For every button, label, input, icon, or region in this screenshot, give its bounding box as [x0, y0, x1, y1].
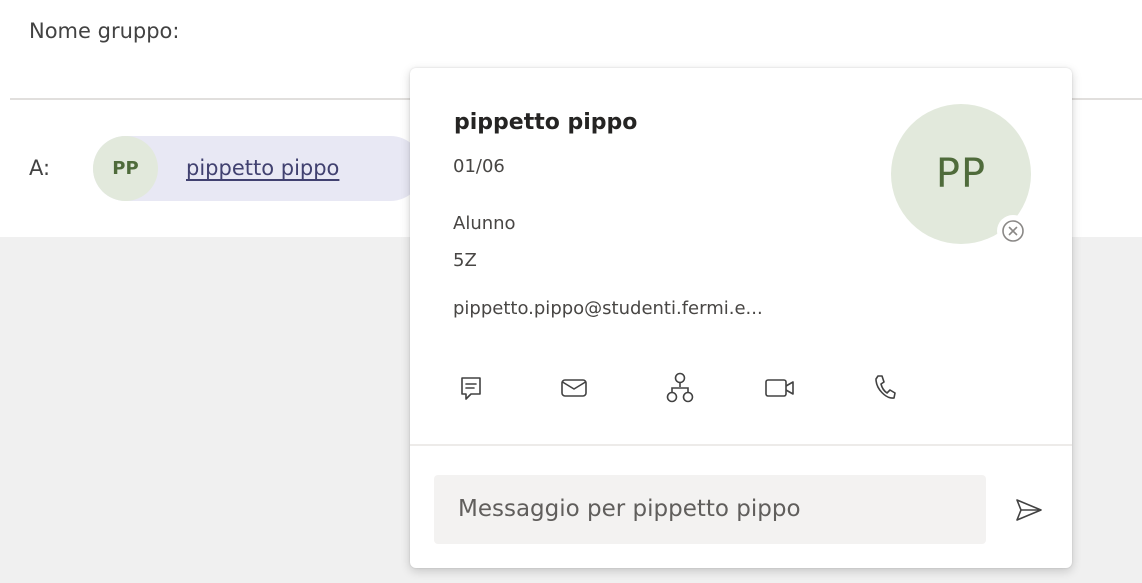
message-input[interactable]: Messaggio per pippetto pippo: [434, 475, 986, 544]
profile-email[interactable]: pippetto.pippo@studenti.fermi.e...: [453, 298, 763, 319]
send-icon[interactable]: [1013, 494, 1045, 526]
recipient-name-link[interactable]: pippetto pippo: [186, 156, 339, 180]
profile-name: pippetto pippo: [454, 110, 638, 135]
profile-actions: [456, 368, 906, 408]
recipient-avatar: PP: [93, 136, 158, 201]
profile-date: 01/06: [453, 156, 505, 177]
mail-icon[interactable]: [554, 368, 594, 408]
phone-icon[interactable]: [868, 368, 900, 408]
presence-offline-icon: [997, 215, 1029, 247]
video-call-icon[interactable]: [760, 368, 800, 408]
profile-class: 5Z: [453, 250, 477, 271]
org-chart-icon[interactable]: [662, 368, 698, 408]
profile-role: Alunno: [453, 213, 516, 234]
chat-icon[interactable]: [456, 368, 488, 408]
to-label: A:: [29, 156, 51, 180]
group-name-label: Nome gruppo:: [29, 19, 180, 43]
card-divider: [410, 444, 1072, 446]
profile-card: pippetto pippo 01/06 Alunno 5Z pippetto.…: [410, 68, 1072, 568]
